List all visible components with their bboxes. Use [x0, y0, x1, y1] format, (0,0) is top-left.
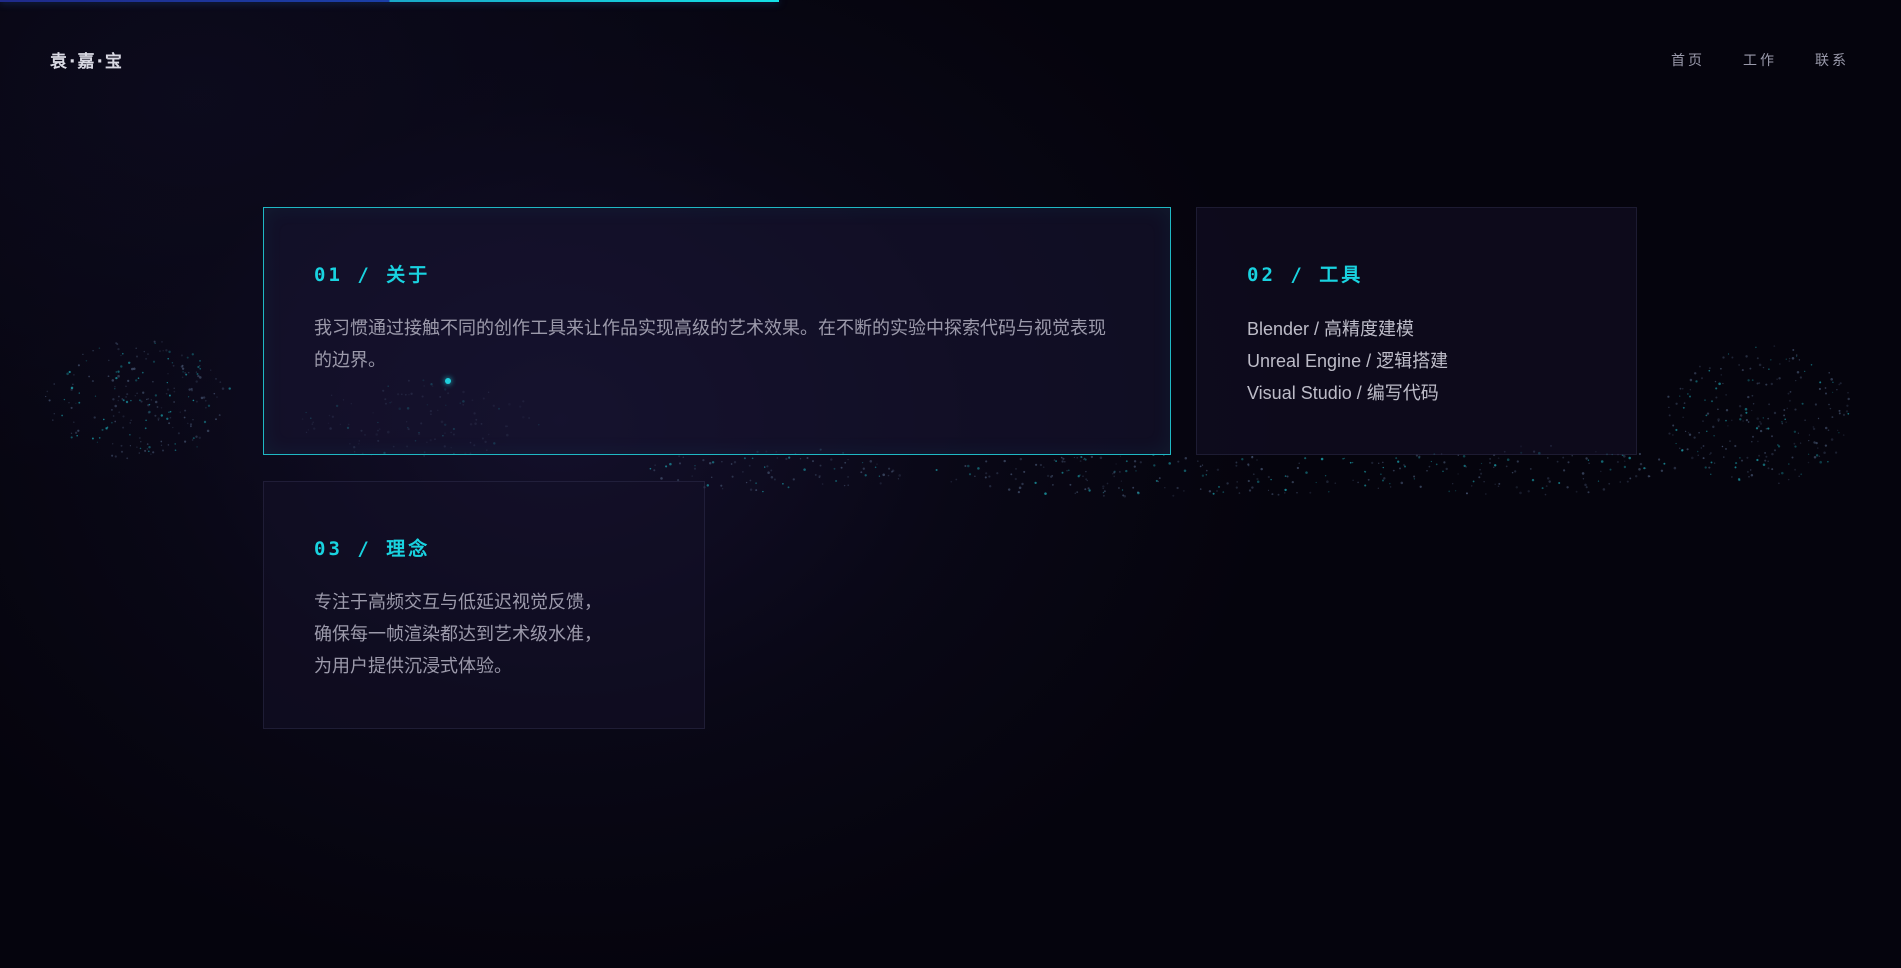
philosophy-line-1: 专注于高频交互与低延迟视觉反馈， [314, 592, 602, 613]
tools-card[interactable]: 02 / 工具 Blender / 高精度建模 Unreal Engine / … [1196, 207, 1637, 455]
nav-item-work[interactable]: 工作 [1743, 50, 1777, 70]
scroll-progress-bar [0, 0, 780, 2]
site-logo[interactable]: 袁·嘉·宝 [50, 47, 124, 72]
nav-item-contact[interactable]: 联系 [1815, 50, 1849, 70]
philosophy-card[interactable]: 03 / 理念 专注于高频交互与低延迟视觉反馈， 确保每一帧渲染都达到艺术级水准… [263, 481, 705, 729]
nav-item-home[interactable]: 首页 [1671, 50, 1705, 70]
about-card[interactable]: 01 / 关于 我习惯通过接触不同的创作工具来让作品实现高级的艺术效果。在不断的… [263, 207, 1171, 455]
cursor-dot [445, 378, 451, 384]
about-card-title: 01 / 关于 [314, 264, 431, 286]
tool-item-unreal: Unreal Engine / 逻辑搭建 [1247, 351, 1449, 371]
page: 袁·嘉·宝 首页 工作 联系 01 / 关于 我习惯通过接触不同的创作工具来让作… [0, 0, 1901, 968]
main-nav: 首页 工作 联系 [1671, 50, 1849, 70]
philosophy-line-2: 确保每一帧渲染都达到艺术级水准， [314, 624, 602, 645]
philosophy-line-3: 为用户提供沉浸式体验。 [314, 656, 512, 677]
about-card-text: 我习惯通过接触不同的创作工具来让作品实现高级的艺术效果。在不断的实验中探索代码与… [314, 318, 1106, 371]
tool-item-blender: Blender / 高精度建模 [1247, 319, 1415, 339]
tool-item-visual-studio: Visual Studio / 编写代码 [1247, 383, 1439, 403]
tools-list: Blender / 高精度建模 Unreal Engine / 逻辑搭建 Vis… [1247, 313, 1586, 409]
philosophy-card-title: 03 / 理念 [314, 538, 431, 560]
tools-card-title: 02 / 工具 [1247, 264, 1364, 286]
philosophy-text: 专注于高频交互与低延迟视觉反馈， 确保每一帧渲染都达到艺术级水准， 为用户提供沉… [314, 587, 654, 683]
